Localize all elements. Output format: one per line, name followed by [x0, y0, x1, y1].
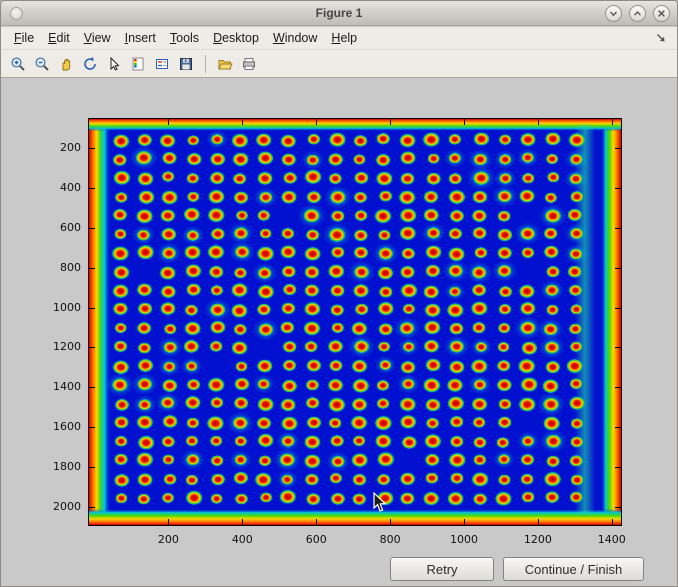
save-button[interactable] — [175, 53, 197, 75]
rotate-3d-button[interactable] — [79, 53, 101, 75]
continue-button[interactable]: Continue / Finish — [503, 557, 644, 581]
mouse-cursor — [373, 492, 387, 513]
maximize-button[interactable] — [629, 5, 646, 22]
menu-item-window[interactable]: Window — [266, 28, 324, 48]
colorbar-icon — [130, 56, 146, 72]
retry-button[interactable]: Retry — [390, 557, 494, 581]
menu-item-desktop[interactable]: Desktop — [206, 28, 266, 48]
insert-legend-button[interactable] — [151, 53, 173, 75]
close-icon — [656, 8, 667, 19]
pan-hand-icon — [58, 56, 74, 72]
toolbar-separator — [205, 55, 206, 73]
menu-item-file[interactable]: File — [7, 28, 41, 48]
window-controls — [605, 5, 670, 22]
insert-colorbar-button[interactable] — [127, 53, 149, 75]
titlebar[interactable]: Figure 1 — [1, 1, 677, 26]
menu-item-view[interactable]: View — [77, 28, 118, 48]
open-folder-icon — [217, 56, 233, 72]
rotate-3d-icon — [82, 56, 98, 72]
open-file-button[interactable] — [214, 53, 236, 75]
menubar: File Edit View Insert Tools Desktop Wind… — [1, 27, 677, 50]
figure-window: Figure 1 File Edit View Insert Tools Des… — [0, 0, 678, 587]
menu-item-insert[interactable]: Insert — [118, 28, 163, 48]
chevron-up-icon — [632, 8, 643, 19]
zoom-out-button[interactable] — [31, 53, 53, 75]
zoom-in-button[interactable] — [7, 53, 29, 75]
heatmap-image[interactable] — [89, 119, 621, 525]
data-cursor-button[interactable] — [103, 53, 125, 75]
window-title: Figure 1 — [1, 6, 677, 20]
figure-toolbar — [1, 50, 677, 78]
menu-item-help[interactable]: Help — [324, 28, 364, 48]
pan-button[interactable] — [55, 53, 77, 75]
minimize-button[interactable] — [605, 5, 622, 22]
save-icon — [178, 56, 194, 72]
menu-item-edit[interactable]: Edit — [41, 28, 77, 48]
menu-item-tools[interactable]: Tools — [163, 28, 206, 48]
close-button[interactable] — [653, 5, 670, 22]
zoom-out-icon — [34, 56, 50, 72]
legend-icon — [154, 56, 170, 72]
print-button[interactable] — [238, 53, 260, 75]
zoom-in-icon — [10, 56, 26, 72]
chevron-down-icon — [608, 8, 619, 19]
data-cursor-icon — [106, 56, 122, 72]
dock-figure-icon[interactable] — [655, 32, 667, 44]
axes-area — [88, 118, 622, 526]
printer-icon — [241, 56, 257, 72]
